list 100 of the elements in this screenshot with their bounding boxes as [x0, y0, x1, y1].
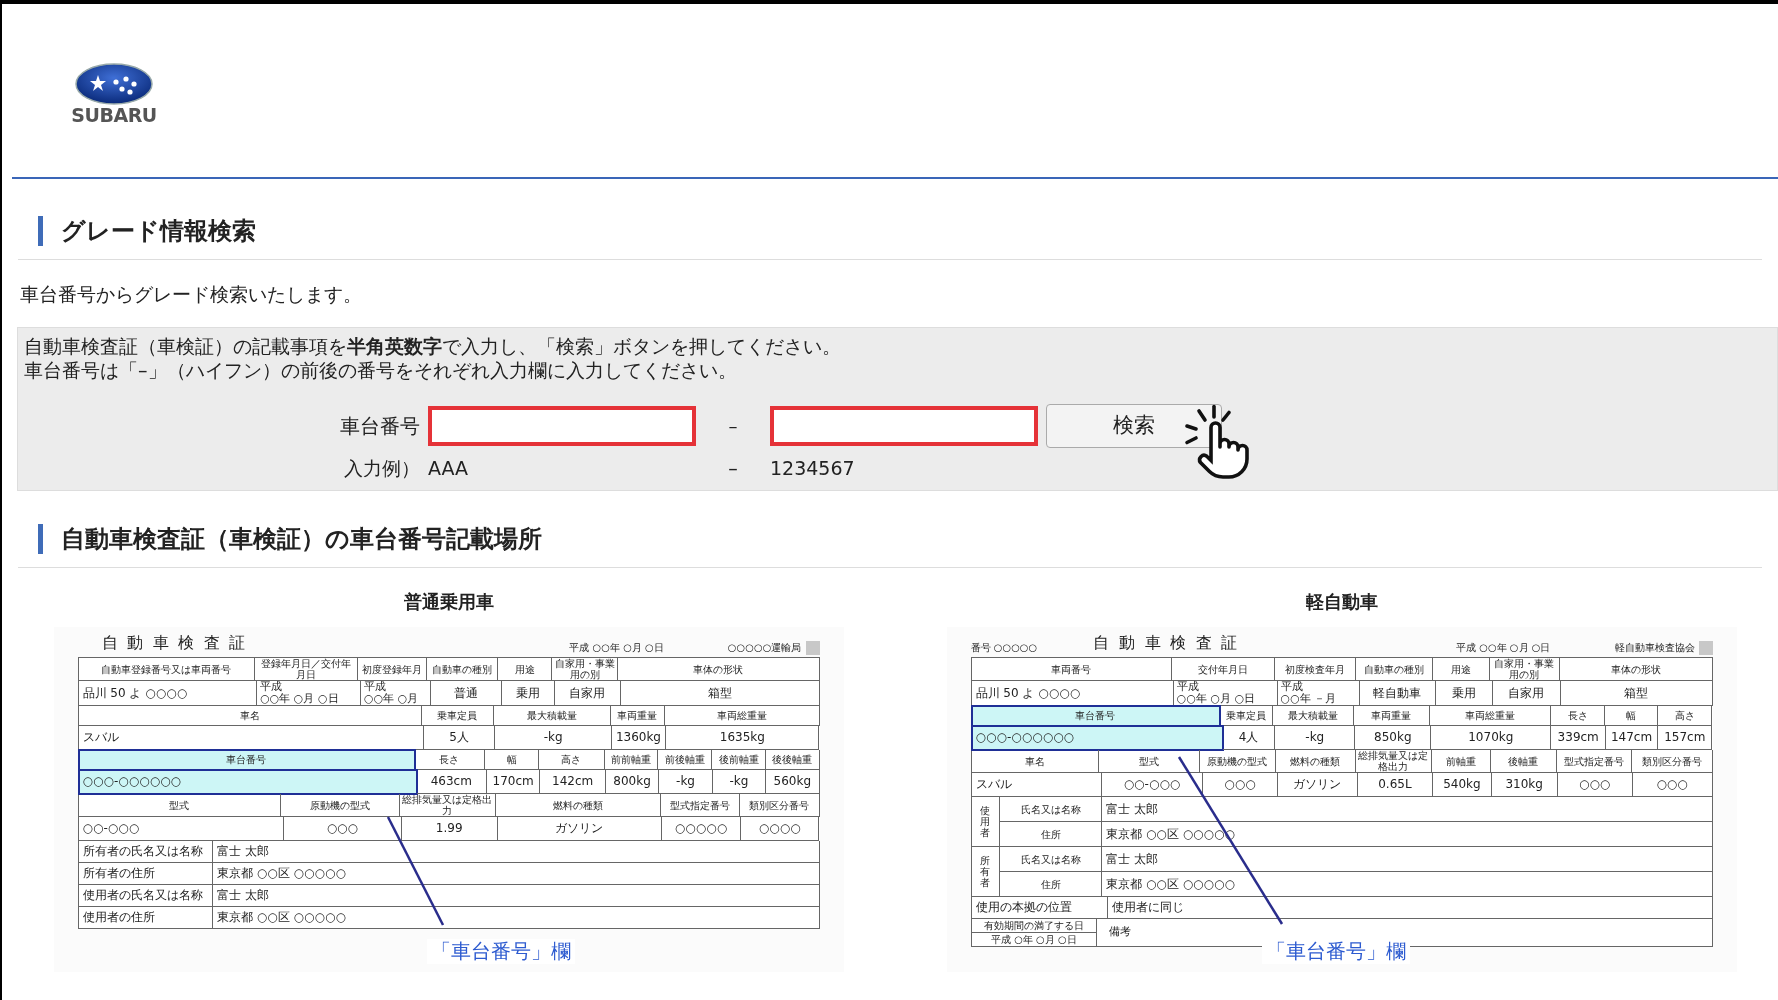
- table-cell: 147cm: [1605, 726, 1659, 751]
- table-cell: 平成 ○年 ○月 ○日: [971, 933, 1098, 948]
- column-header: 類別区分番号: [1632, 750, 1713, 774]
- column-header: 車体の形状: [1559, 658, 1713, 681]
- certificate-title: 自動車検査証: [101, 632, 256, 654]
- table-cell: 使用者に同じ: [1107, 897, 1713, 920]
- table-cell: 使用の本拠の位置: [971, 897, 1108, 920]
- section-title: 自動車検査証（車検証）の車台番号記載場所: [61, 524, 542, 555]
- column-header: 車両総重量: [665, 706, 820, 727]
- column-header: 車名: [971, 750, 1099, 774]
- table-cell: ○○○-○○○○○○: [78, 770, 417, 795]
- table-cell: ○○○○: [740, 817, 820, 842]
- issuer-name: ○○○○○運輸局: [727, 641, 802, 655]
- column-header: 前前軸重: [604, 750, 659, 771]
- document-heading: 普通乗用車: [403, 590, 494, 614]
- column-header: 幅: [485, 750, 539, 771]
- table-cell: 使用者の氏名又は名称: [78, 885, 213, 908]
- cell-text: ○○年 －月: [1280, 693, 1337, 706]
- column-header: 後前軸重: [712, 750, 766, 771]
- column-header: 乗車定員: [421, 706, 494, 727]
- section-marker: [38, 524, 43, 554]
- column-header: 後後軸重: [765, 750, 820, 771]
- table-cell: 800kg: [605, 770, 660, 795]
- table-cell: 850kg: [1355, 726, 1432, 751]
- column-header: 自動車の種別: [1356, 658, 1433, 681]
- table-cell: 住所: [1000, 822, 1103, 848]
- chassis-number-field[interactable]: [770, 405, 1038, 446]
- table-cell: 540kg: [1433, 773, 1492, 798]
- column-header: 高さ: [538, 750, 605, 771]
- table-cell: 463cm: [416, 770, 487, 795]
- column-header: 類別区分番号: [740, 794, 820, 818]
- table-cell: 軽自動車: [1360, 681, 1436, 707]
- cell-text: ○○年 ○月 ○日: [260, 693, 339, 706]
- intro-text: 車台番号からグレード検索いたします。: [20, 282, 363, 307]
- table-cell: 自家用: [555, 681, 621, 707]
- column-header: 車台番号: [971, 706, 1221, 727]
- table-cell: ○○○: [1202, 773, 1279, 798]
- table-cell: 箱型: [620, 681, 820, 707]
- table-cell: 富士 太郎: [213, 885, 820, 908]
- field-label: 車台番号: [339, 412, 421, 440]
- section-marker: [38, 216, 43, 246]
- cell-text: ○○年 ○月 ○日: [1176, 693, 1256, 706]
- table-cell: 乗用: [1435, 681, 1493, 707]
- callout-label: 「車台番号」欄: [426, 939, 575, 964]
- column-header: 車体の形状: [618, 658, 820, 681]
- column-header: 燃料の種類: [495, 794, 662, 818]
- separator-text: –: [727, 414, 739, 438]
- table-cell: -kg: [659, 770, 713, 795]
- column-header: 型式指定番号: [1556, 750, 1633, 774]
- table-cell: 富士 太郎: [213, 841, 820, 864]
- table-cell: -kg: [1275, 726, 1356, 751]
- table-cell: 住所: [1000, 872, 1103, 898]
- instruction-text: 車台番号は「–」（ハイフン）の前後の番号をそれぞれ入力欄に入力してください。: [24, 357, 738, 382]
- table-cell: 東京都 ○○区 ○○○○○: [213, 863, 820, 886]
- column-header: 長さ: [1550, 706, 1606, 727]
- table-cell: 有効期間の満了する日: [971, 919, 1098, 934]
- column-header: 交付年月日: [1172, 658, 1275, 681]
- column-header: 用途: [1432, 658, 1491, 681]
- issue-date: 平成 ○○年 ○月 ○日: [1456, 641, 1551, 655]
- table-cell: 310kg: [1491, 773, 1558, 798]
- search-button[interactable]: 検索: [1046, 403, 1222, 448]
- column-header: 初度登録年月: [358, 658, 427, 681]
- cell-text: 平成: [260, 681, 283, 693]
- table-cell: ○○○: [283, 817, 402, 842]
- column-header: 前後軸重: [658, 750, 713, 771]
- cell-text: 平成: [1176, 681, 1199, 693]
- seal-icon: [1698, 641, 1713, 655]
- seal-icon: [805, 641, 820, 655]
- table-cell: 使用者の住所: [78, 907, 213, 930]
- column-header: 前軸重: [1431, 750, 1491, 774]
- example-value: 1234567: [770, 455, 855, 481]
- instruction-text: 自動車検査証（車検証）の記載事項を半角英数字で入力し、「検索」ボタンを押してください。: [24, 333, 842, 358]
- chassis-prefix-field[interactable]: [428, 405, 696, 446]
- table-cell: ○○-○○○: [78, 817, 284, 842]
- column-header: 幅: [1605, 706, 1658, 727]
- column-header: 登録年月日／交付年月日: [255, 658, 359, 681]
- column-header: 後軸重: [1490, 750, 1557, 774]
- table-cell: 170cm: [487, 770, 541, 795]
- table-cell: ガソリン: [497, 817, 663, 842]
- column-header: 高さ: [1657, 706, 1713, 727]
- column-header: 車両重量: [610, 706, 666, 727]
- column-header: 車両重量: [1353, 706, 1430, 727]
- example-value: AAA: [428, 455, 470, 481]
- column-header: 車名: [78, 706, 422, 727]
- stars-emblem-icon: [74, 62, 154, 106]
- table-cell: 自家用: [1492, 681, 1562, 707]
- table-cell: 1635kg: [666, 726, 820, 751]
- column-header: 自家用・事業用の別: [552, 658, 619, 681]
- table-cell: 0.65L: [1357, 773, 1433, 798]
- table-cell: 富士 太郎: [1102, 797, 1713, 823]
- table-cell: ○○○: [1632, 773, 1713, 798]
- column-header: 総排気量又は定格出力: [399, 794, 496, 818]
- table-cell: 氏名又は名称: [1000, 847, 1103, 873]
- table-cell: ガソリン: [1278, 773, 1358, 798]
- table-cell: ○○○-○○○○○○: [971, 726, 1224, 751]
- column-header: 用途: [498, 658, 553, 681]
- table-cell: 箱型: [1561, 681, 1713, 707]
- logo-text: SUBARU: [71, 106, 157, 125]
- table-cell: 氏名又は名称: [1000, 797, 1103, 823]
- column-header: 車両番号: [971, 658, 1173, 681]
